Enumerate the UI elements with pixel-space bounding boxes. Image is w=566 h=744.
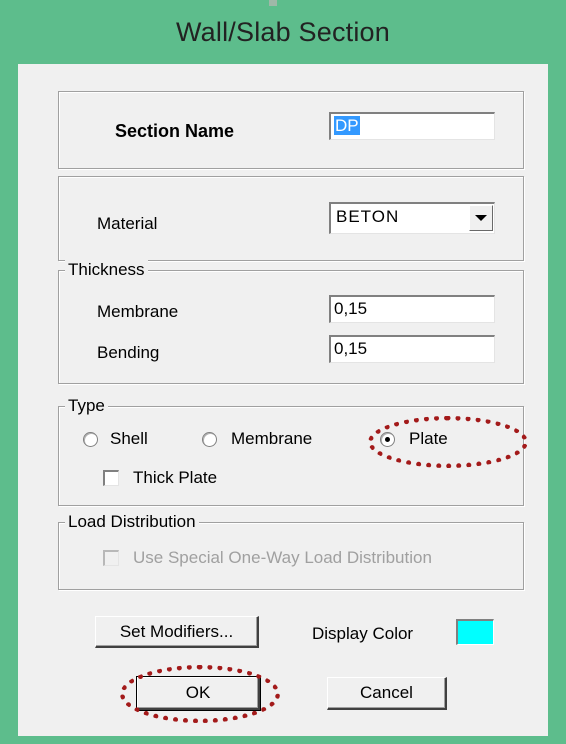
bending-thickness-input[interactable]: 0,15 [329, 335, 495, 363]
title-bar[interactable]: Wall/Slab Section [0, 0, 566, 64]
material-selected-value: BETON [336, 207, 400, 226]
load-distribution-legend: Load Distribution [65, 512, 199, 532]
material-panel: Material BETON [58, 176, 524, 261]
section-name-input[interactable]: DP [329, 112, 495, 140]
membrane-radio[interactable] [202, 432, 217, 447]
bending-thickness-value: 0,15 [334, 339, 368, 358]
type-group: Type Shell Membrane Plate Thick Plate [58, 396, 524, 506]
membrane-radio-label[interactable]: Membrane [231, 429, 312, 449]
dialog-body: Section Name DP Material BETON Thickness… [18, 64, 548, 736]
membrane-thickness-value: 0,15 [334, 299, 368, 318]
type-legend: Type [65, 396, 108, 416]
plate-radio-label[interactable]: Plate [409, 429, 448, 449]
set-modifiers-button[interactable]: Set Modifiers... [95, 616, 259, 648]
thickness-legend: Thickness [65, 260, 148, 280]
thickness-group: Thickness Membrane 0,15 Bending 0,15 [58, 260, 524, 384]
cancel-button[interactable]: Cancel [327, 677, 447, 710]
material-label: Material [97, 214, 158, 233]
one-way-load-checkbox[interactable] [103, 550, 119, 566]
section-name-label: Section Name [115, 121, 235, 141]
membrane-thickness-input[interactable]: 0,15 [329, 295, 495, 323]
material-dropdown-button[interactable] [469, 205, 493, 231]
shell-radio[interactable] [83, 432, 98, 447]
display-color-swatch[interactable] [456, 619, 494, 645]
chevron-down-icon [475, 215, 487, 221]
dialog-frame: Wall/Slab Section Section Name DP Materi… [0, 0, 566, 744]
thick-plate-label[interactable]: Thick Plate [133, 468, 217, 488]
bending-label: Bending [97, 343, 160, 362]
ok-button[interactable]: OK [136, 676, 261, 711]
display-color-label: Display Color [312, 624, 414, 643]
radio-selected-dot [385, 437, 390, 442]
material-dropdown[interactable]: BETON [329, 202, 495, 234]
one-way-load-label: Use Special One-Way Load Distribution [133, 548, 432, 567]
membrane-label: Membrane [97, 302, 179, 321]
plate-radio[interactable] [380, 432, 395, 447]
thick-plate-checkbox[interactable] [103, 470, 119, 486]
section-name-value: DP [334, 116, 360, 135]
section-name-panel: Section Name DP [58, 91, 524, 169]
dialog-title: Wall/Slab Section [176, 16, 390, 47]
load-distribution-group: Load Distribution Use Special One-Way Lo… [58, 512, 524, 590]
shell-radio-label[interactable]: Shell [110, 429, 148, 449]
